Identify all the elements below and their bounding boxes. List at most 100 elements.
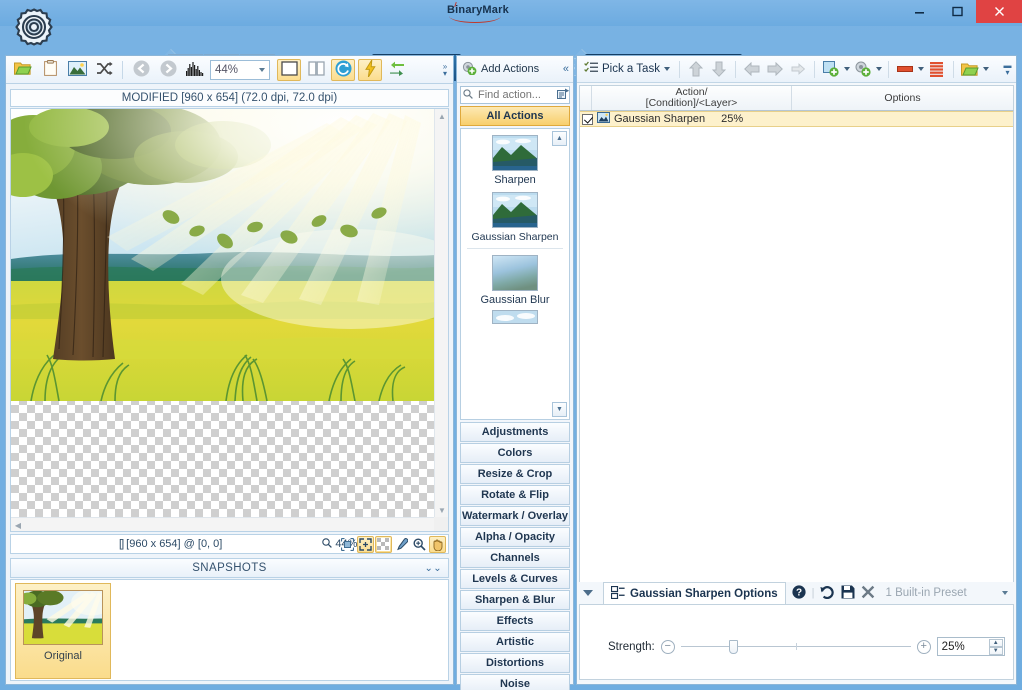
scroll-down-icon[interactable]: ▼ bbox=[435, 503, 449, 517]
category-all-actions[interactable]: All Actions bbox=[460, 106, 570, 126]
category-watermark-overlay[interactable]: Watermark / Overlay bbox=[460, 506, 570, 526]
load-sequence-caret-icon[interactable] bbox=[983, 67, 989, 71]
close-x-icon[interactable] bbox=[861, 585, 875, 602]
open-file-button[interactable] bbox=[11, 59, 35, 81]
category-colors[interactable]: Colors bbox=[460, 443, 570, 463]
move-down-button[interactable] bbox=[709, 59, 729, 79]
chevrons-left-icon[interactable]: « bbox=[563, 63, 569, 75]
action-gaussian-blur[interactable]: Gaussian Blur bbox=[461, 249, 569, 306]
spinner-up-icon[interactable]: ▲ bbox=[989, 639, 1003, 647]
single-view-button[interactable] bbox=[277, 59, 301, 81]
move-up-button[interactable] bbox=[686, 59, 706, 79]
action-sharpen-thumbnail bbox=[492, 135, 538, 171]
save-icon[interactable] bbox=[841, 585, 855, 602]
fit-image-button[interactable] bbox=[357, 536, 374, 553]
minus-circle-icon[interactable]: − bbox=[661, 640, 675, 654]
actions-gallery[interactable]: Sharpen Gaussian Sharpen bbox=[460, 128, 570, 420]
fit-selection-button[interactable] bbox=[339, 536, 356, 553]
add-action-button[interactable] bbox=[821, 59, 841, 79]
slider-thumb[interactable] bbox=[729, 640, 738, 654]
spinner-down-icon[interactable]: ▼ bbox=[989, 647, 1003, 655]
pick-task-caret-icon[interactable] bbox=[664, 67, 670, 71]
chevrons-down-icon[interactable]: ⌄⌄ bbox=[424, 563, 442, 574]
pan-tool-button[interactable] bbox=[429, 536, 446, 553]
preview-canvas[interactable]: ▲ ▼ ◀ bbox=[10, 108, 449, 532]
indent-button[interactable] bbox=[765, 59, 785, 79]
category-alpha-opacity[interactable]: Alpha / Opacity bbox=[460, 527, 570, 547]
help-circle-icon[interactable]: ? bbox=[792, 585, 806, 602]
add-condition-caret-icon[interactable] bbox=[876, 67, 882, 71]
scroll-left-icon[interactable]: ◀ bbox=[11, 518, 25, 532]
jump-button[interactable] bbox=[788, 59, 808, 79]
search-input[interactable] bbox=[476, 88, 554, 102]
outdent-button[interactable] bbox=[742, 59, 762, 79]
image-properties-button[interactable] bbox=[65, 59, 89, 81]
category-levels-curves[interactable]: Levels & Curves bbox=[460, 569, 570, 589]
preset-combo[interactable]: 1 Built-in Preset bbox=[881, 584, 1014, 603]
category-rotate-flip[interactable]: Rotate & Flip bbox=[460, 485, 570, 505]
options-tab[interactable]: Gaussian Sharpen Options bbox=[603, 582, 786, 604]
category-noise[interactable]: Noise bbox=[460, 674, 570, 690]
maximize-button[interactable] bbox=[938, 0, 976, 23]
add-action-caret-icon[interactable] bbox=[844, 67, 850, 71]
swap-button[interactable] bbox=[385, 59, 409, 81]
forward-button[interactable] bbox=[156, 59, 180, 81]
scroll-up-icon[interactable]: ▲ bbox=[435, 109, 449, 123]
undo-icon[interactable] bbox=[820, 585, 835, 602]
pick-a-task-button[interactable]: Pick a Task bbox=[581, 61, 673, 77]
category-artistic[interactable]: Artistic bbox=[460, 632, 570, 652]
remove-button[interactable] bbox=[895, 59, 915, 79]
eyedropper-button[interactable] bbox=[393, 536, 410, 553]
sequence-grid-body[interactable]: Gaussian Sharpen 25% bbox=[579, 111, 1014, 617]
auto-apply-button[interactable] bbox=[358, 59, 382, 81]
caret-down-icon[interactable] bbox=[583, 590, 593, 596]
zoom-tool-button[interactable] bbox=[411, 536, 428, 553]
toolbar-overflow-button[interactable]: » ▾ bbox=[439, 58, 451, 82]
refresh-button[interactable] bbox=[331, 59, 355, 81]
close-button[interactable] bbox=[976, 0, 1022, 23]
minimize-button[interactable] bbox=[900, 0, 938, 23]
find-action-box[interactable] bbox=[460, 86, 570, 104]
open-folder-icon bbox=[14, 61, 32, 79]
gallery-scroll-down-button[interactable]: ▼ bbox=[552, 402, 567, 417]
snapshot-original[interactable]: Original bbox=[15, 583, 111, 679]
category-channels[interactable]: Channels bbox=[460, 548, 570, 568]
transparency-button[interactable] bbox=[375, 536, 392, 553]
category-distortions[interactable]: Distortions bbox=[460, 653, 570, 673]
grid-header-options-col[interactable]: Options bbox=[792, 86, 1013, 110]
preview-header: MODIFIED [960 x 654] (72.0 dpi, 72.0 dpi… bbox=[10, 89, 449, 107]
chevron-down-icon[interactable] bbox=[259, 68, 265, 72]
add-condition-button[interactable] bbox=[853, 59, 873, 79]
category-sharpen-blur[interactable]: Sharpen & Blur bbox=[460, 590, 570, 610]
preview-vertical-scrollbar[interactable]: ▲ ▼ bbox=[434, 109, 448, 517]
gallery-scroll-up-button[interactable]: ▲ bbox=[552, 131, 567, 146]
action-list-icon[interactable] bbox=[557, 88, 570, 103]
sequence-toolbar-overflow[interactable]: ▬ ▾ bbox=[1002, 62, 1013, 76]
load-sequence-button[interactable] bbox=[960, 59, 980, 79]
row-checkbox[interactable] bbox=[582, 114, 593, 125]
action-gaussian-sharpen[interactable]: Gaussian Sharpen bbox=[461, 186, 569, 243]
clear-all-button[interactable] bbox=[927, 59, 947, 79]
strength-slider[interactable] bbox=[681, 640, 911, 654]
preset-chevron-down-icon[interactable] bbox=[1002, 591, 1008, 595]
shuffle-button[interactable] bbox=[92, 59, 116, 81]
category-alpha-opacity-label: Alpha / Opacity bbox=[475, 531, 555, 543]
histogram-button[interactable] bbox=[183, 59, 207, 81]
category-resize-crop[interactable]: Resize & Crop bbox=[460, 464, 570, 484]
category-adjustments[interactable]: Adjustments bbox=[460, 422, 570, 442]
zoom-combo[interactable]: 44% bbox=[210, 60, 270, 80]
paste-button[interactable] bbox=[38, 59, 62, 81]
remove-caret-icon[interactable] bbox=[918, 67, 924, 71]
strength-spinner[interactable]: 25% ▲ ▼ bbox=[937, 637, 1005, 656]
strength-control: Strength: − + 25% ▲ ▼ bbox=[608, 637, 1008, 656]
split-view-button[interactable] bbox=[304, 59, 328, 81]
preview-horizontal-scrollbar[interactable]: ◀ bbox=[11, 517, 436, 531]
plus-circle-icon[interactable]: + bbox=[917, 640, 931, 654]
category-effects[interactable]: Effects bbox=[460, 611, 570, 631]
snapshots-header[interactable]: SNAPSHOTS ⌄⌄ bbox=[10, 558, 449, 578]
selection-icon: [ ] bbox=[119, 538, 122, 550]
grid-header-action-col[interactable]: Action/ [Condition]/<Layer> bbox=[592, 86, 792, 110]
action-partial-next[interactable] bbox=[461, 306, 569, 324]
back-button[interactable] bbox=[129, 59, 153, 81]
table-row[interactable]: Gaussian Sharpen 25% bbox=[580, 111, 1013, 127]
